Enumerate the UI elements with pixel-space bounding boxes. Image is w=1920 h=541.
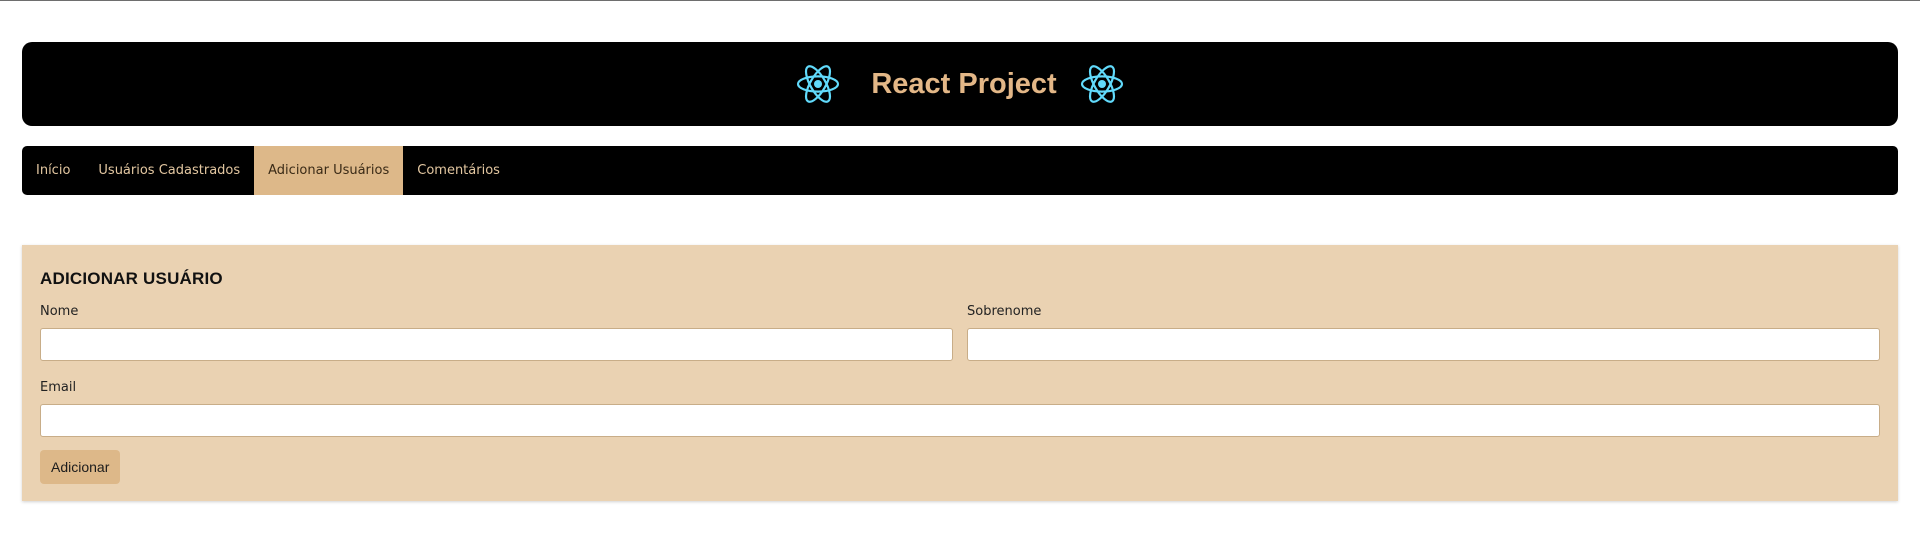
last-name-input[interactable] bbox=[967, 328, 1880, 361]
top-border bbox=[0, 0, 1920, 1]
app-title: React Project bbox=[871, 67, 1057, 100]
nav-item-usuarios-cadastrados[interactable]: Usuários Cadastrados bbox=[84, 146, 254, 195]
email-input[interactable] bbox=[40, 404, 1880, 437]
last-name-label: Sobrenome bbox=[967, 304, 1042, 319]
app-header: React Project bbox=[22, 42, 1898, 126]
nav-item-comentarios[interactable]: Comentários bbox=[403, 146, 514, 195]
email-label: Email bbox=[40, 380, 77, 395]
first-name-label: Nome bbox=[40, 304, 79, 319]
first-name-input[interactable] bbox=[40, 328, 953, 361]
nav-item-inicio[interactable]: Início bbox=[22, 146, 84, 195]
form-title: ADICIONAR USUÁRIO bbox=[40, 269, 223, 288]
add-user-button[interactable]: Adicionar bbox=[40, 450, 121, 484]
react-atom-icon bbox=[795, 61, 841, 107]
nav-item-adicionar-usuarios[interactable]: Adicionar Usuários bbox=[254, 146, 404, 195]
main-nav: Início Usuários Cadastrados Adicionar Us… bbox=[22, 146, 1898, 195]
add-user-form-panel: ADICIONAR USUÁRIO Nome Sobrenome Email A… bbox=[22, 245, 1898, 501]
react-atom-icon bbox=[1079, 61, 1125, 107]
